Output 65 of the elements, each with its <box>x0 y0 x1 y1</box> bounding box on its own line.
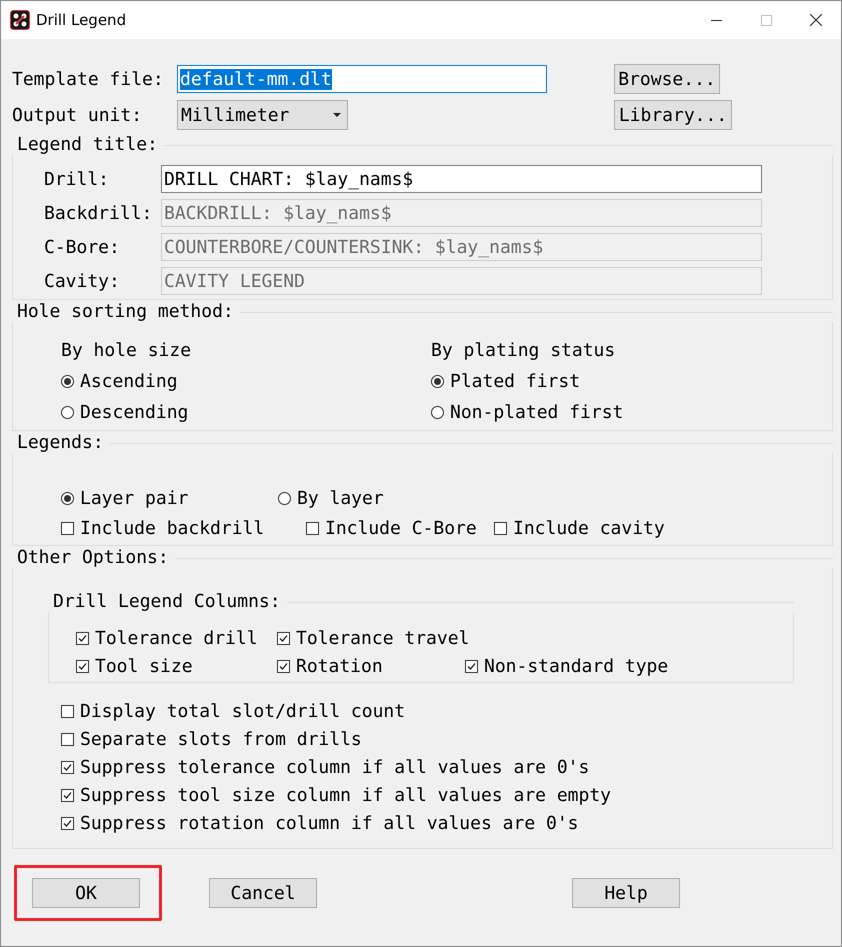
checkbox[interactable] <box>306 522 319 534</box>
checkbox[interactable] <box>61 704 74 718</box>
checkbox[interactable] <box>76 660 89 672</box>
dialog-button[interactable]: Help <box>572 878 680 908</box>
radio-label: Descending <box>80 402 188 423</box>
checkbox[interactable] <box>277 632 290 644</box>
checkbox-label: Tolerance travel <box>296 628 470 648</box>
title-field[interactable]: DRILL CHART: $lay_nams$ <box>161 165 762 193</box>
radio-label: By layer <box>297 488 384 508</box>
browse-button[interactable]: Browse... <box>614 64 720 94</box>
output-unit-dropdown[interactable]: Millimeter <box>177 100 348 130</box>
radio-button[interactable] <box>431 375 444 388</box>
checkbox-label: Include C-Bore <box>325 518 477 538</box>
checkbox[interactable] <box>61 816 74 830</box>
checkbox[interactable] <box>465 660 478 672</box>
checkbox-label: Include backdrill <box>80 518 264 538</box>
maximize-icon <box>760 14 772 26</box>
checkbox[interactable] <box>277 660 290 672</box>
column-heading: By plating status <box>431 340 616 360</box>
radio-button[interactable] <box>61 492 74 504</box>
checkbox[interactable] <box>61 788 74 802</box>
checkbox-label: Rotation <box>296 656 383 676</box>
radio-label: Layer pair <box>80 488 188 508</box>
app-icon <box>10 10 30 30</box>
radio-label: Non-plated first <box>450 402 624 423</box>
field-label: Drill: <box>44 168 110 190</box>
radio-button[interactable] <box>431 406 444 419</box>
checkbox[interactable] <box>76 632 89 644</box>
checkbox-label: Display total slot/drill count <box>80 700 406 722</box>
library-button[interactable]: Library... <box>614 100 732 130</box>
group-heading: Drill Legend Columns: <box>52 590 282 612</box>
field-label: Backdrill: <box>44 202 154 224</box>
group-heading: Legend title: <box>16 134 159 154</box>
dropdown-arrow-icon <box>333 113 341 117</box>
checkbox-label: Tolerance drill <box>95 628 258 648</box>
field-label: C-Bore: <box>44 236 121 258</box>
dialog-button[interactable]: Cancel <box>209 878 317 908</box>
field-label: Output unit: <box>12 104 144 126</box>
group-heading: Legends: <box>16 432 105 452</box>
checkbox[interactable] <box>61 760 74 774</box>
checkbox-label: Suppress rotation column if all values are 0's <box>80 812 578 834</box>
radio-button[interactable] <box>61 375 74 388</box>
checkbox[interactable] <box>494 522 507 534</box>
field-label: Template file: <box>12 68 165 90</box>
checkbox-label: Include cavity <box>513 518 665 538</box>
close-icon <box>810 14 822 26</box>
column-heading: By hole size <box>61 340 192 360</box>
radio-button[interactable] <box>61 406 74 419</box>
radio-label: Ascending <box>80 371 178 392</box>
group-heading: Other Options: <box>16 546 170 568</box>
checkbox-label: Tool size <box>95 656 193 676</box>
field-value: default-mm.dlt <box>180 68 332 90</box>
checkbox-label: Suppress tolerance column if all values are 0's <box>80 756 590 778</box>
group-heading: Hole sorting method: <box>16 300 235 322</box>
template-file-field[interactable]: default-mm.dlt <box>177 65 547 93</box>
field-label: Cavity: <box>44 270 121 292</box>
window-title: Drill Legend <box>36 11 128 29</box>
radio-label: Plated first <box>450 371 580 392</box>
radio-button[interactable] <box>278 492 291 504</box>
dialog-button[interactable]: OK <box>32 878 140 908</box>
checkbox[interactable] <box>61 732 74 746</box>
checkbox-label: Suppress tool size column if all values are empty <box>80 784 612 806</box>
checkbox-label: Non-standard type <box>484 656 668 676</box>
checkbox[interactable] <box>61 522 74 534</box>
checkbox-label: Separate slots from drills <box>80 728 362 750</box>
